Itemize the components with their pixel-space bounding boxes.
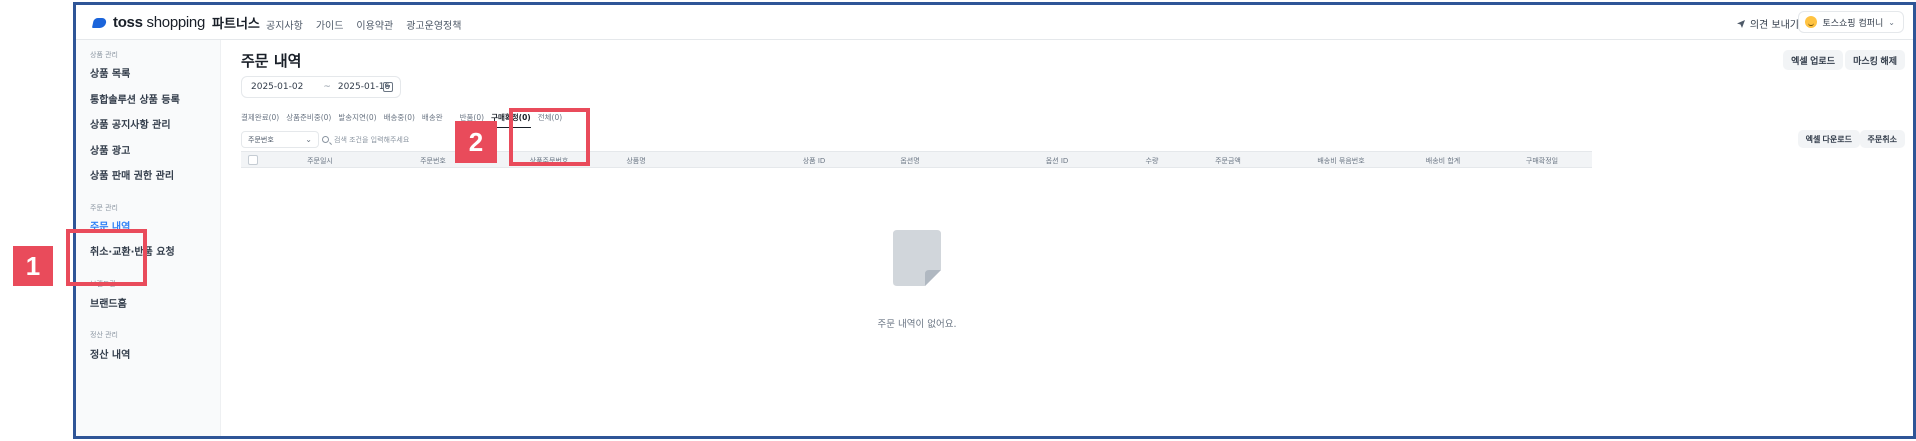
logo-text-light: shopping: [146, 14, 206, 31]
col-option-name[interactable]: 옵션명: [900, 156, 919, 166]
col-product-name[interactable]: 상품명: [626, 156, 645, 166]
col-shipping-total[interactable]: 배송비 합계: [1426, 156, 1460, 166]
table-header: 주문일시 주문번호 상품주문번호 상품명 상품 ID 옵션명 옵션 ID 수량 …: [241, 151, 1592, 168]
empty-document-icon: [893, 230, 941, 286]
empty-message: 주문 내역이 없어요.: [877, 319, 957, 330]
feedback-button[interactable]: 의견 보내기: [1736, 16, 1799, 31]
search-icon: [322, 136, 329, 143]
main-content: 주문 내역 엑셀 업로드 마스킹 해제 2025-01-02 ~ 2025-01…: [221, 40, 1913, 436]
page-title: 주문 내역: [241, 52, 302, 70]
annotation-highlight-purchase-confirmed-tab: [509, 108, 590, 166]
calendar-icon[interactable]: [383, 82, 393, 92]
col-option-id[interactable]: 옵션 ID: [1046, 156, 1069, 166]
chevron-down-icon: ⌄: [305, 135, 312, 144]
nav-terms[interactable]: 이용약관: [356, 17, 393, 32]
sidebar-item-product-ad[interactable]: 상품 광고: [90, 142, 130, 157]
send-icon: [1736, 19, 1745, 28]
sidebar-group-product: 상품 관리: [90, 51, 118, 59]
tab-preparing[interactable]: 상품준비중(0): [286, 112, 331, 128]
search-field-value: 주문번호: [248, 135, 274, 144]
col-order-amount[interactable]: 주문금액: [1215, 156, 1241, 166]
sidebar-item-integrated-register[interactable]: 통합솔루션 상품 등록: [90, 91, 180, 106]
app-window: toss shopping 파트너스 공지사항 가이드 이용약관 광고운영정책 …: [73, 2, 1916, 439]
tab-in-delivery[interactable]: 배송중(0): [384, 112, 415, 128]
cancel-order-button[interactable]: 주문취소: [1859, 130, 1905, 148]
col-order-datetime[interactable]: 주문일시: [307, 156, 333, 166]
sidebar-item-sales-permission[interactable]: 상품 판매 권한 관리: [90, 167, 174, 182]
toss-logo-icon: [93, 16, 108, 29]
col-order-number[interactable]: 주문번호: [420, 156, 446, 166]
search-field-select[interactable]: 주문번호 ⌄: [241, 131, 319, 148]
col-purchase-confirmed-date[interactable]: 구매확정일: [1526, 156, 1558, 166]
excel-download-button[interactable]: 엑셀 다운로드: [1797, 130, 1860, 148]
annotation-highlight-order-history: [66, 229, 147, 286]
tab-payment-complete[interactable]: 결제완료(0): [241, 112, 279, 128]
date-separator: ~: [323, 82, 331, 92]
nav-guide[interactable]: 가이드: [316, 17, 344, 32]
date-range-picker[interactable]: 2025-01-02 ~ 2025-01-16: [241, 76, 401, 98]
sidebar-item-product-notice[interactable]: 상품 공지사항 관리: [90, 116, 171, 131]
account-avatar-icon: [1805, 16, 1818, 28]
sidebar-item-settlement-history[interactable]: 정산 내역: [90, 346, 130, 361]
nav-ad-policy[interactable]: 광고운영정책: [406, 17, 461, 32]
top-nav: 공지사항 가이드 이용약관 광고운영정책: [266, 17, 461, 32]
tab-shipping-delayed[interactable]: 발송지연(0): [338, 112, 376, 128]
sidebar-item-brand-home[interactable]: 브랜드홈: [90, 295, 127, 310]
annotation-badge-2: 2: [455, 121, 497, 163]
date-start: 2025-01-02: [251, 82, 304, 92]
account-menu[interactable]: 토스쇼핑 컴퍼니 ⌄: [1798, 11, 1904, 33]
col-shipping-bundle-number[interactable]: 배송비 묶음번호: [1317, 156, 1364, 166]
masking-release-button[interactable]: 마스킹 해제: [1845, 50, 1905, 70]
col-quantity[interactable]: 수량: [1146, 156, 1159, 166]
tab-delivered[interactable]: 배송완: [422, 112, 443, 128]
annotation-badge-1: 1: [13, 246, 53, 286]
select-all-checkbox[interactable]: [248, 155, 258, 165]
search-input[interactable]: [334, 135, 454, 144]
account-name: 토스쇼핑 컴퍼니: [1822, 18, 1884, 29]
feedback-label: 의견 보내기: [1749, 20, 1799, 31]
sidebar-group-settlement: 정산 관리: [90, 331, 118, 339]
sidebar-item-product-list[interactable]: 상품 목록: [90, 65, 130, 80]
logo[interactable]: toss shopping 파트너스: [93, 13, 260, 32]
logo-sub: 파트너스: [212, 17, 260, 32]
chevron-down-icon: ⌄: [1888, 17, 1895, 27]
sidebar-group-order: 주문 관리: [90, 204, 118, 212]
top-bar: toss shopping 파트너스 공지사항 가이드 이용약관 광고운영정책 …: [76, 5, 1913, 40]
nav-notice[interactable]: 공지사항: [266, 17, 303, 32]
col-product-id[interactable]: 상품 ID: [803, 156, 826, 166]
search-box: [322, 131, 472, 148]
excel-upload-button[interactable]: 엑셀 업로드: [1783, 50, 1843, 70]
logo-text-bold: toss: [113, 14, 143, 31]
